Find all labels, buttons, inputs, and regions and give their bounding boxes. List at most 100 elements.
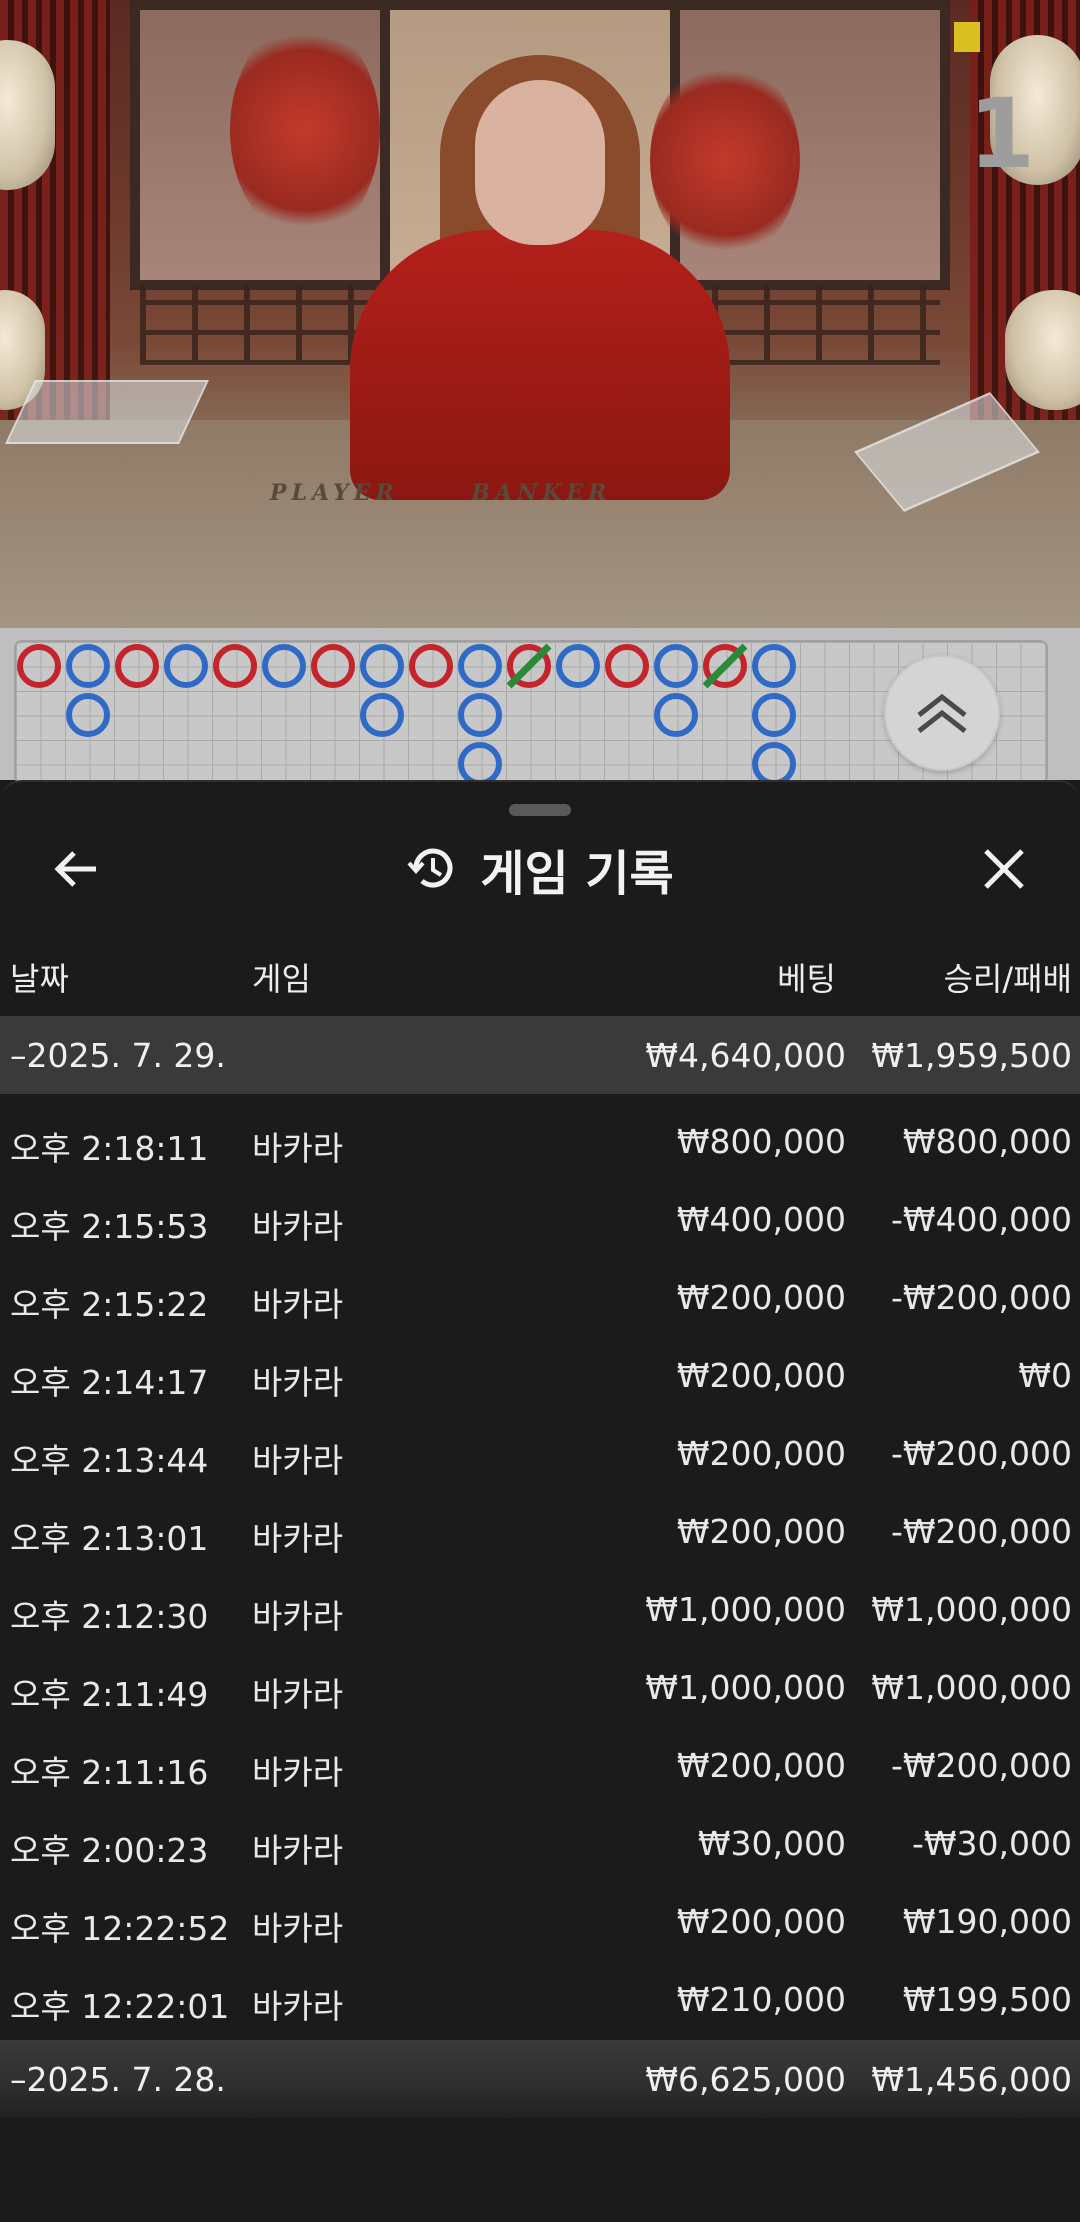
row-bet: ₩400,000 [676, 1200, 846, 1239]
row-time: 오후 2:14:17 [10, 1363, 209, 1402]
column-header-bet: 베팅 [777, 960, 836, 998]
day-date: –2025. 7. 29. [10, 1036, 226, 1075]
decor-blossom [230, 20, 380, 240]
player-bead [66, 693, 110, 737]
dealer [350, 230, 730, 500]
player-bead [654, 644, 698, 688]
player-bead [360, 693, 404, 737]
status-flag [954, 22, 980, 52]
history-row[interactable]: 오후 2:13:44 바카라 ₩200,000 -₩200,000 [0, 1414, 1080, 1492]
row-time: 오후 2:18:11 [10, 1129, 209, 1168]
row-result: ₩1,000,000 [871, 1590, 1072, 1629]
history-row[interactable]: 오후 2:15:53 바카라 ₩400,000 -₩400,000 [0, 1180, 1080, 1258]
card-shoe [5, 380, 209, 444]
row-bet: ₩200,000 [676, 1512, 846, 1551]
row-game: 바카라 [252, 1831, 344, 1870]
player-bead [458, 693, 502, 737]
player-bead [654, 693, 698, 737]
history-icon [407, 848, 453, 888]
history-row[interactable]: 오후 12:22:01 바카라 ₩210,000 ₩199,500 [0, 1960, 1080, 2038]
table-label-banker: BANKER [471, 480, 612, 506]
row-result: ₩800,000 [902, 1122, 1072, 1161]
row-time: 오후 2:11:49 [10, 1675, 209, 1714]
player-bead [360, 644, 404, 688]
row-game: 바카라 [252, 1909, 344, 1948]
player-bead [458, 742, 502, 780]
row-result: -₩400,000 [890, 1200, 1072, 1239]
history-row[interactable]: 오후 2:13:01 바카라 ₩200,000 -₩200,000 [0, 1492, 1080, 1570]
column-header-game: 게임 [252, 960, 311, 998]
row-bet: ₩200,000 [676, 1278, 846, 1317]
row-bet: ₩200,000 [676, 1746, 846, 1785]
close-icon [984, 849, 1024, 889]
history-row[interactable]: 오후 2:12:30 바카라 ₩1,000,000 ₩1,000,000 [0, 1570, 1080, 1648]
player-bead [458, 644, 502, 688]
history-row[interactable]: 오후 2:18:11 바카라 ₩800,000 ₩800,000 [0, 1102, 1080, 1180]
column-header-date: 날짜 [10, 960, 69, 998]
player-bead [752, 742, 796, 780]
row-bet: ₩200,000 [676, 1356, 846, 1395]
row-time: 오후 2:15:22 [10, 1285, 209, 1324]
row-time: 오후 2:13:44 [10, 1441, 209, 1480]
player-bead [164, 644, 208, 688]
row-bet: ₩1,000,000 [645, 1668, 846, 1707]
row-result: -₩200,000 [890, 1746, 1072, 1785]
row-game: 바카라 [252, 1285, 344, 1324]
row-time: 오후 2:12:30 [10, 1597, 209, 1636]
row-result: -₩200,000 [890, 1278, 1072, 1317]
history-row[interactable]: 오후 12:22:52 바카라 ₩200,000 ₩190,000 [0, 1882, 1080, 1960]
banker-bead [605, 644, 649, 688]
row-game: 바카라 [252, 1519, 344, 1558]
player-bead [752, 693, 796, 737]
expand-roadmap-button[interactable] [884, 655, 1000, 771]
history-row[interactable]: 오후 2:00:23 바카라 ₩30,000 -₩30,000 [0, 1804, 1080, 1882]
row-time: 오후 2:15:53 [10, 1207, 209, 1246]
live-video-stream: PLAYER BANKER 1 [0, 0, 1080, 628]
drag-handle[interactable] [509, 804, 571, 816]
history-row[interactable]: 오후 2:11:49 바카라 ₩1,000,000 ₩1,000,000 [0, 1648, 1080, 1726]
row-result: -₩200,000 [890, 1512, 1072, 1551]
history-row[interactable]: 오후 2:15:22 바카라 ₩200,000 -₩200,000 [0, 1258, 1080, 1336]
player-bead [556, 644, 600, 688]
player-bead [66, 644, 110, 688]
decor-lantern [1005, 290, 1080, 410]
history-row[interactable]: 오후 2:14:17 바카라 ₩200,000 ₩0 [0, 1336, 1080, 1414]
day-total-result: ₩1,959,500 [871, 1036, 1072, 1075]
row-game: 바카라 [252, 1675, 344, 1714]
chevron-double-up-icon [917, 693, 967, 733]
banker-bead [17, 644, 61, 688]
row-game: 바카라 [252, 1441, 344, 1480]
row-result: ₩0 [1018, 1356, 1072, 1395]
row-bet: ₩1,000,000 [645, 1590, 846, 1629]
table-label-player: PLAYER [270, 480, 399, 506]
decor-lantern [0, 40, 55, 190]
row-game: 바카라 [252, 1987, 344, 2026]
row-result: ₩199,500 [902, 1980, 1072, 2019]
row-time: 오후 2:13:01 [10, 1519, 209, 1558]
dealer-face [475, 80, 605, 245]
row-game: 바카라 [252, 1363, 344, 1402]
row-result: -₩30,000 [911, 1824, 1072, 1863]
table-labels: PLAYER BANKER [270, 480, 790, 506]
row-time: 오후 12:22:01 [10, 1987, 230, 2026]
history-row[interactable]: 오후 2:11:16 바카라 ₩200,000 -₩200,000 [0, 1726, 1080, 1804]
player-bead [752, 644, 796, 688]
round-number: 1 [968, 78, 1035, 190]
day-group-header[interactable]: –2025. 7. 29. ₩4,640,000 ₩1,959,500 [0, 1016, 1080, 1094]
panel-title-text: 게임 기록 [480, 846, 674, 902]
row-result: ₩190,000 [902, 1902, 1072, 1941]
close-button[interactable] [972, 837, 1036, 901]
row-bet: ₩210,000 [676, 1980, 846, 2019]
banker-bead [311, 644, 355, 688]
decor-blossom [650, 60, 800, 260]
row-bet: ₩200,000 [676, 1434, 846, 1473]
row-game: 바카라 [252, 1207, 344, 1246]
scroll-fade [0, 2090, 1080, 2220]
row-bet: ₩800,000 [676, 1122, 846, 1161]
banker-bead [115, 644, 159, 688]
row-bet: ₩30,000 [697, 1824, 846, 1863]
panel-title: 게임 기록 [0, 834, 1080, 904]
row-bet: ₩200,000 [676, 1902, 846, 1941]
row-game: 바카라 [252, 1753, 344, 1792]
column-header-result: 승리/패배 [943, 960, 1072, 998]
